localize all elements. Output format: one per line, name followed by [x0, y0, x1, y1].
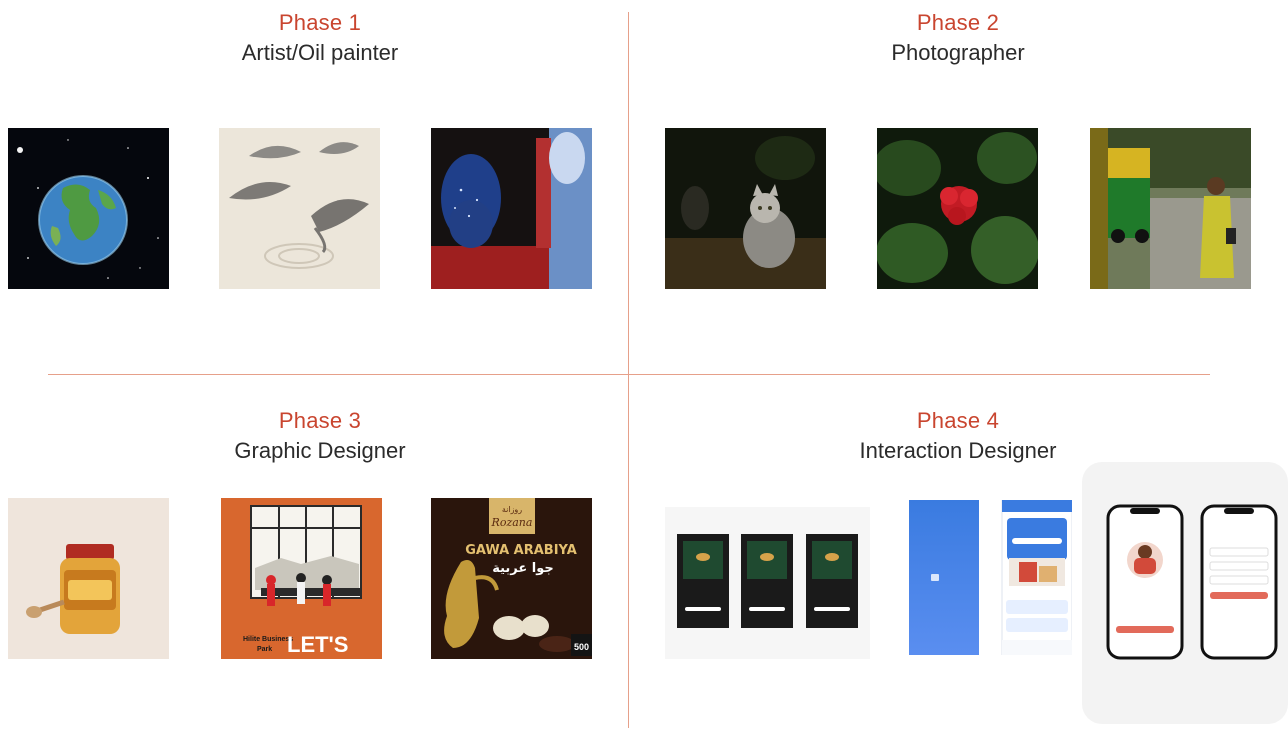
- honey-jar-image: [8, 498, 169, 659]
- vertical-divider: [628, 12, 629, 728]
- horizontal-divider: [48, 374, 1210, 375]
- gawa-arabiya-ad-image: روزانة Rozana GAWA ARABIYA جوا عربية 500: [431, 498, 592, 659]
- phase-2-role: Photographer: [891, 40, 1025, 65]
- phase-2-label: Phase 2: [916, 10, 1000, 35]
- gawa-arabic-text: جوا عربية: [492, 561, 554, 576]
- cats-at-night-photo: [665, 128, 826, 289]
- street-woman-saree-photo: [1090, 128, 1251, 289]
- hilite-text-line2: Park: [257, 646, 272, 653]
- phase-4-label: Phase 4: [916, 408, 1000, 433]
- body-paint-portrait-image: [431, 128, 592, 289]
- earth-painting-image: [8, 128, 169, 289]
- welcome-app-phones-mockup: [1082, 462, 1288, 724]
- phase-1-header: Phase 1 Artist/Oil painter: [110, 10, 530, 68]
- gawa-arabiya-text: GAWA ARABIYA: [465, 543, 577, 558]
- phase-4-header: Phase 4 Interaction Designer: [748, 408, 1168, 466]
- price-text: 500: [574, 642, 589, 652]
- app-screens-mockup-dark: [665, 507, 870, 659]
- rozana-text: Rozana: [491, 516, 533, 529]
- hilite-business-park-poster: Hilite Business Park LET'S: [221, 498, 382, 659]
- phase-3-role: Graphic Designer: [234, 438, 406, 463]
- phase-3-label: Phase 3: [278, 408, 362, 433]
- shipment-app-screens-mockup: [909, 500, 1072, 655]
- phase-2-header: Phase 2 Photographer: [748, 10, 1168, 68]
- phase-3-header: Phase 3 Graphic Designer: [110, 408, 530, 466]
- koi-fish-sketch-image: [219, 128, 380, 289]
- hilite-text-line1: Hilite Business: [243, 636, 293, 643]
- rozana-arabic-text: روزانة: [502, 505, 522, 514]
- lets-text: LET'S: [287, 632, 348, 657]
- phase-1-label: Phase 1: [278, 10, 362, 35]
- red-flower-photo: [877, 128, 1038, 289]
- phase-1-role: Artist/Oil painter: [241, 40, 399, 65]
